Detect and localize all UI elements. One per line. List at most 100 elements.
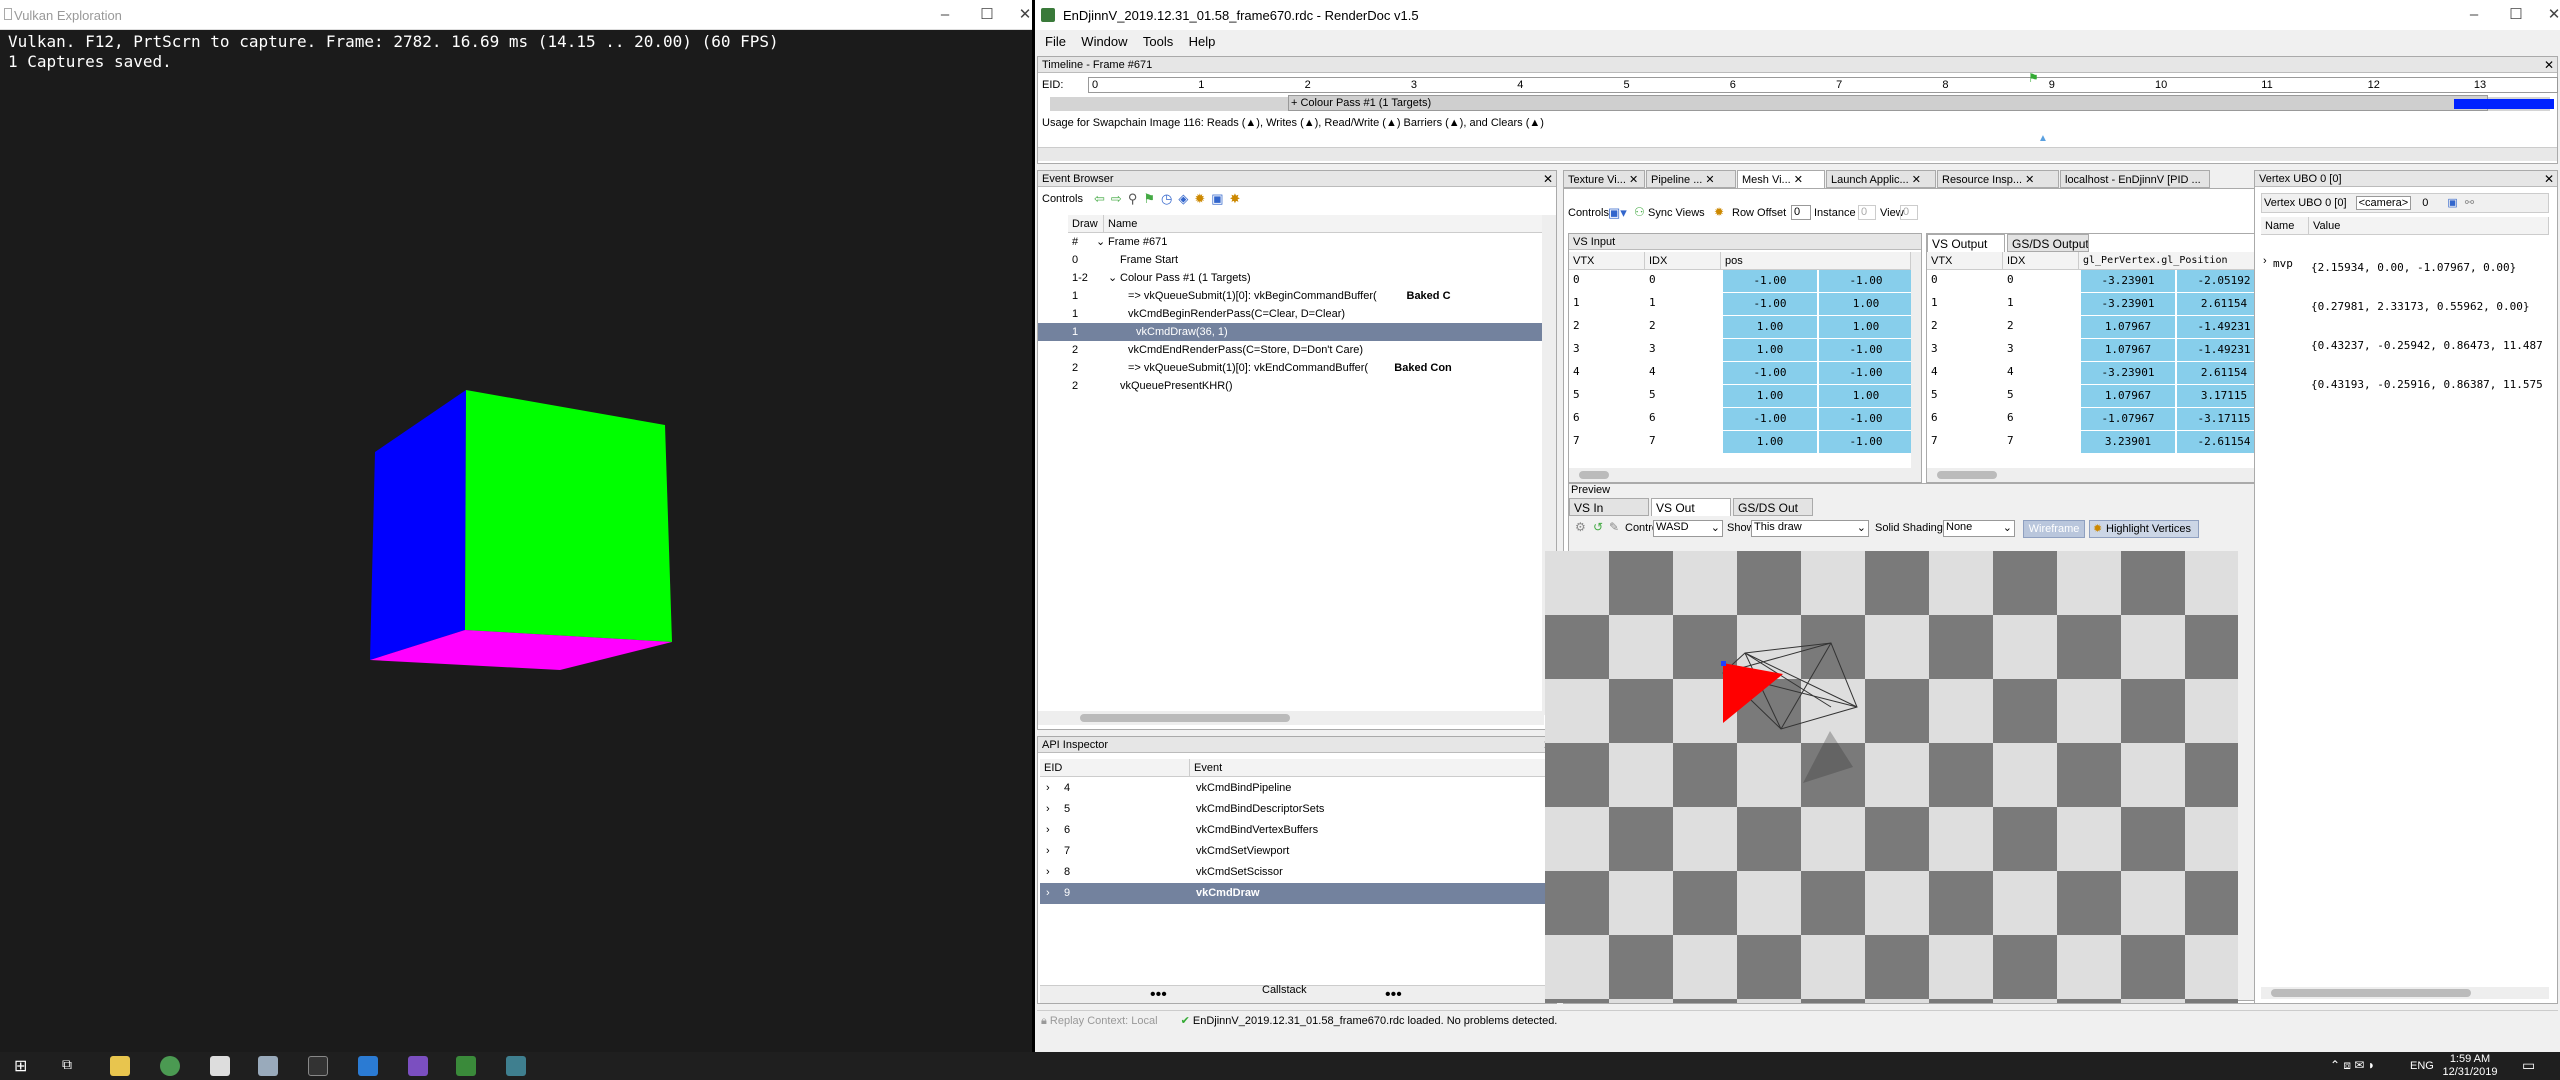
view-input[interactable]: 0 xyxy=(1900,205,1918,220)
reset-icon[interactable]: ↺ xyxy=(1593,520,1603,534)
vulkan-app-icon[interactable] xyxy=(506,1056,526,1076)
expand-icon[interactable]: › xyxy=(1046,841,1050,862)
vertex-row[interactable]: 5 5 1.00 1.00 xyxy=(1569,385,1913,408)
close-icon[interactable]: ✕ xyxy=(1543,171,1553,187)
horizontal-scrollbar[interactable] xyxy=(2261,987,2549,999)
tab-localhost[interactable]: localhost - EnDjinnV [PID ... xyxy=(2060,170,2210,188)
vertex-row[interactable]: 0 0 -1.00 -1.00 xyxy=(1569,270,1913,293)
tab-pipeline[interactable]: Pipeline ... ✕ xyxy=(1646,170,1736,188)
vertex-row[interactable]: 7 7 3.23901 -2.61154 xyxy=(1927,431,2271,454)
next-icon[interactable]: ⇨ xyxy=(1111,191,1128,206)
vscode-icon[interactable] xyxy=(358,1056,378,1076)
menu-window[interactable]: Window xyxy=(1081,34,1127,49)
sync-views-label[interactable]: Sync Views xyxy=(1648,207,1705,219)
event-row[interactable]: 2 vkQueuePresentKHR() xyxy=(1038,377,1544,395)
save-icon[interactable]: ▣▾ xyxy=(1608,205,1627,221)
col-idx[interactable]: IDX xyxy=(1645,252,1721,270)
visual-studio-icon[interactable] xyxy=(408,1056,428,1076)
close-icon[interactable]: ✕ xyxy=(2544,171,2554,187)
ubo-var-name[interactable]: mvp xyxy=(2273,257,2293,270)
ubo-index[interactable]: 0 xyxy=(2422,197,2428,209)
tab-vs-out[interactable]: VS Out xyxy=(1651,498,1731,516)
settings-icon[interactable]: ✹ xyxy=(1194,191,1211,206)
row-offset-input[interactable]: 0 xyxy=(1791,205,1811,220)
colour-pass-bar[interactable]: + Colour Pass #1 (1 Targets) xyxy=(1288,95,2488,111)
expand-icon[interactable]: › xyxy=(1046,778,1050,799)
timeline-scrollbar[interactable] xyxy=(1038,147,2557,161)
callstack-bar[interactable]: ••• Callstack ••• xyxy=(1040,984,1550,1004)
event-row[interactable]: 2 => vkQueueSubmit(1)[0]: vkEndCommandBuf… xyxy=(1038,359,1544,377)
save-icon[interactable]: ▣ xyxy=(1211,191,1229,206)
goto-flag-icon[interactable]: ⚑ xyxy=(1143,191,1161,206)
vertex-row[interactable]: 1 1 -3.23901 2.61154 xyxy=(1927,293,2271,316)
clock-time[interactable]: 1:59 AM xyxy=(2440,1053,2500,1065)
api-row[interactable]: › 8 vkCmdSetScissor xyxy=(1040,862,1550,883)
renderdoc-titlebar[interactable]: EnDjinnV_2019.12.31_01.58_frame670.rdc -… xyxy=(1035,0,2560,30)
expand-icon[interactable]: › xyxy=(1046,799,1050,820)
highlight-vertices-toggle[interactable]: ✹ Highlight Vertices xyxy=(2089,520,2199,538)
expand-icon[interactable]: ⌄ xyxy=(1108,269,1117,287)
colorize-icon[interactable]: ✸ xyxy=(1230,191,1247,206)
eid-ruler[interactable]: 0 1 2 3 4 5 6 7 8 9 10 11 12 13 xyxy=(1088,77,2558,93)
event-row[interactable]: 1 vkCmdDraw(36, 1) xyxy=(1038,323,1544,341)
vertex-row[interactable]: 7 7 1.00 -1.00 xyxy=(1569,431,1913,454)
vertex-row[interactable]: 1 1 -1.00 1.00 xyxy=(1569,293,1913,316)
wireframe-toggle[interactable]: Wireframe xyxy=(2023,520,2085,538)
link-icon[interactable]: ⚯ xyxy=(2465,197,2474,209)
windows-start-icon[interactable]: ⊞ xyxy=(14,1056,27,1076)
renderdoc-taskbar-icon[interactable] xyxy=(456,1056,476,1076)
camera-select[interactable]: <camera> xyxy=(2355,196,2412,210)
tab-mesh-viewer[interactable]: Mesh Vi... ✕ xyxy=(1737,170,1825,188)
notepad-icon[interactable] xyxy=(210,1056,230,1076)
col-draw[interactable]: Draw # xyxy=(1068,215,1104,248)
horizontal-scrollbar[interactable] xyxy=(1038,711,1544,725)
replay-context[interactable]: Replay Context: Local xyxy=(1050,1015,1158,1027)
col-value[interactable]: Value xyxy=(2309,217,2549,235)
col-eid[interactable]: EID xyxy=(1040,759,1190,777)
event-row[interactable]: 1 vkCmdBeginRenderPass(C=Clear, D=Clear) xyxy=(1038,305,1544,323)
horizontal-scrollbar[interactable] xyxy=(1569,468,1921,482)
sync-icon[interactable]: ⚇ xyxy=(1634,205,1645,219)
bookmark-icon[interactable]: ◈ xyxy=(1178,191,1194,206)
vertex-row[interactable]: 0 0 -3.23901 -2.05192 xyxy=(1927,270,2271,293)
expand-icon[interactable]: › xyxy=(1046,820,1050,841)
more-icon[interactable]: ••• xyxy=(1385,986,1402,1004)
save-icon[interactable]: ▣ xyxy=(2447,197,2457,209)
close-button[interactable]: ✕ xyxy=(2525,0,2560,30)
menu-tools[interactable]: Tools xyxy=(1143,34,1173,49)
horizontal-scrollbar[interactable] xyxy=(1927,468,2281,482)
vertex-row[interactable]: 6 6 -1.07967 -3.17115 xyxy=(1927,408,2271,431)
api-row[interactable]: › 6 vkCmdBindVertexBuffers xyxy=(1040,820,1550,841)
notifications-icon[interactable]: ▭ xyxy=(2522,1057,2535,1074)
event-row[interactable]: 0 Frame Start xyxy=(1038,251,1544,269)
vertical-scrollbar[interactable] xyxy=(1911,252,1921,468)
api-row[interactable]: › 5 vkCmdBindDescriptorSets xyxy=(1040,799,1550,820)
col-vtx[interactable]: VTX xyxy=(1569,252,1645,270)
event-row[interactable]: 2 vkCmdEndRenderPass(C=Store, D=Don't Car… xyxy=(1038,341,1544,359)
event-row[interactable]: Frame #671 ⌄ xyxy=(1038,233,1544,251)
event-row[interactable]: 1-2 Colour Pass #1 (1 Targets) ⌄ xyxy=(1038,269,1544,287)
settings-icon[interactable]: ✹ xyxy=(1714,205,1724,219)
vertex-row[interactable]: 4 4 -3.23901 2.61154 xyxy=(1927,362,2271,385)
tab-launch-application[interactable]: Launch Applic... ✕ xyxy=(1826,170,1936,188)
vertex-row[interactable]: 4 4 -1.00 -1.00 xyxy=(1569,362,1913,385)
timing-icon[interactable]: ◷ xyxy=(1161,191,1178,206)
col-name[interactable]: Name xyxy=(2261,217,2309,235)
vulkan-titlebar[interactable]: Vulkan Exploration – ☐ ✕ xyxy=(0,0,1032,30)
git-icon[interactable] xyxy=(258,1056,278,1076)
vertex-row[interactable]: 2 2 1.07967 -1.49231 xyxy=(1927,316,2271,339)
vertex-row[interactable]: 6 6 -1.00 -1.00 xyxy=(1569,408,1913,431)
col-position[interactable]: gl_PerVertex.gl_Position xyxy=(2079,252,2271,270)
gear-icon[interactable]: ⚙ xyxy=(1575,520,1586,534)
api-row[interactable]: › 7 vkCmdSetViewport xyxy=(1040,841,1550,862)
vertex-row[interactable]: 5 5 1.07967 3.17115 xyxy=(1927,385,2271,408)
tab-vs-in[interactable]: VS In xyxy=(1569,498,1649,516)
expand-icon[interactable]: › xyxy=(1046,883,1050,904)
tab-resource-inspector[interactable]: Resource Insp... ✕ xyxy=(1937,170,2059,188)
tab-gsds-output[interactable]: GS/DS Output xyxy=(2007,234,2089,252)
vertex-row[interactable]: 2 2 1.00 1.00 xyxy=(1569,316,1913,339)
more-icon[interactable]: ••• xyxy=(1150,986,1167,1004)
col-name[interactable]: Name xyxy=(1104,215,1544,233)
chrome-icon[interactable] xyxy=(160,1056,180,1076)
close-icon[interactable]: ✕ xyxy=(2544,57,2554,73)
